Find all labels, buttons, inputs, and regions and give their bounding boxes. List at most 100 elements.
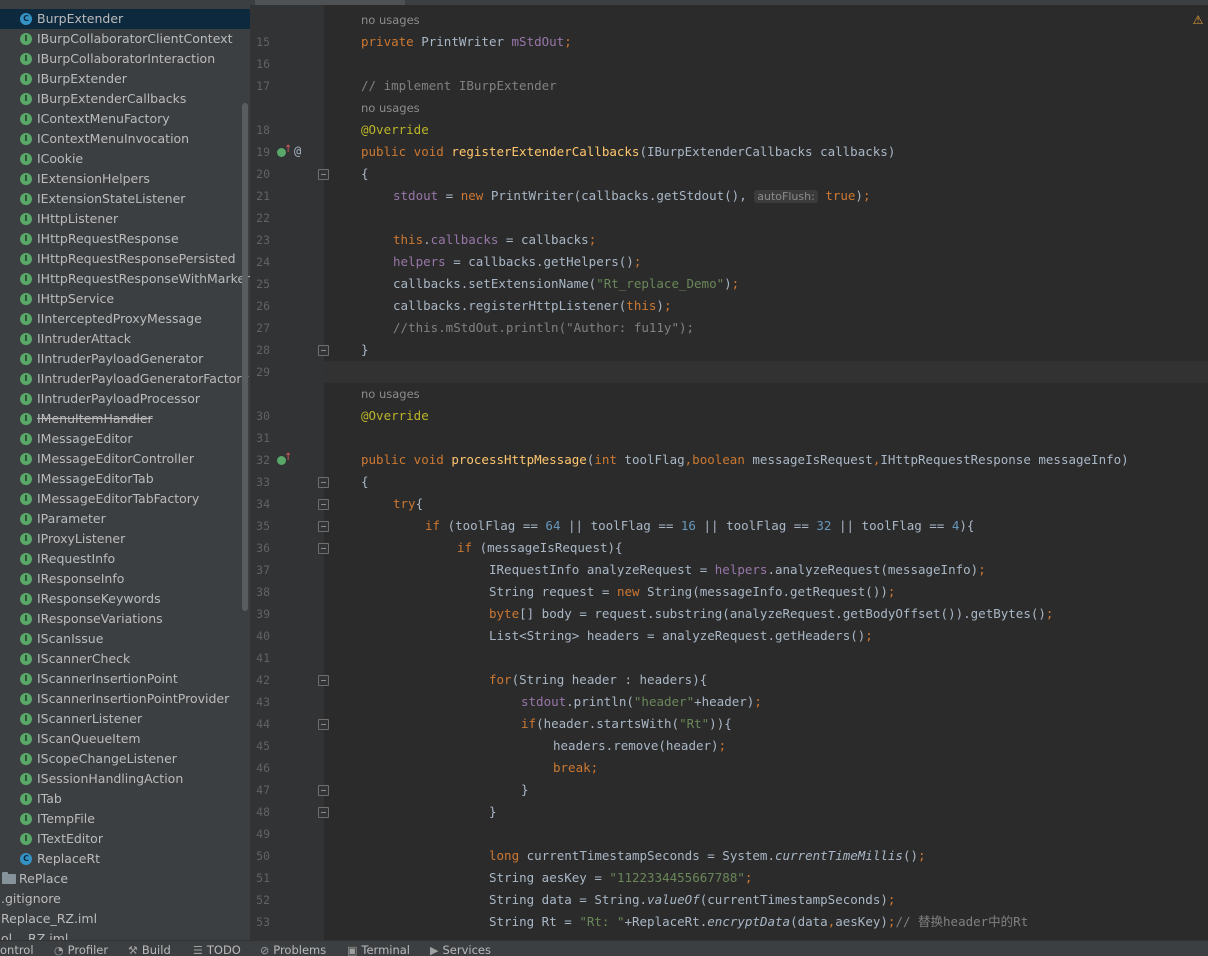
tree-item[interactable]: I IHttpRequestResponse xyxy=(0,229,250,249)
warning-icon[interactable]: ⚠ xyxy=(1191,13,1205,27)
code-line[interactable]: callbacks.registerHttpListener(this); xyxy=(393,295,671,317)
tree-item[interactable]: I ICookie xyxy=(0,149,250,169)
tree-item[interactable]: I IRequestInfo xyxy=(0,549,250,569)
tool-tab-build[interactable]: ⚒ Build xyxy=(128,941,171,956)
tree-item[interactable]: I IIntruderPayloadGeneratorFactory xyxy=(0,369,250,389)
code-line[interactable]: } xyxy=(489,801,497,823)
tree-item[interactable]: I IScannerInsertionPointProvider xyxy=(0,689,250,709)
tool-tab-services[interactable]: ▶ Services xyxy=(430,941,491,956)
code-line[interactable]: if (messageIsRequest){ xyxy=(457,537,623,559)
tree-item[interactable]: I IScannerInsertionPoint xyxy=(0,669,250,689)
tree-item[interactable]: I IParameter xyxy=(0,509,250,529)
code-line[interactable]: if(header.startsWith("Rt")){ xyxy=(521,713,732,735)
fold-marker-icon[interactable] xyxy=(318,477,329,488)
tree-item[interactable]: I IContextMenuInvocation xyxy=(0,129,250,149)
tree-item[interactable]: I IHttpService xyxy=(0,289,250,309)
fold-marker-icon[interactable] xyxy=(318,675,329,686)
annotation-marker-icon[interactable]: @ xyxy=(294,144,301,158)
code-line[interactable]: String data = String.valueOf(currentTime… xyxy=(489,889,895,911)
fold-marker-icon[interactable] xyxy=(318,169,329,180)
tool-tab-problems[interactable]: ⊘ Problems xyxy=(260,941,326,956)
usage-hint[interactable]: no usages xyxy=(361,9,420,31)
code-line[interactable]: public void processHttpMessage(int toolF… xyxy=(361,449,1129,471)
fold-marker-icon[interactable] xyxy=(318,719,329,730)
fold-marker-icon[interactable] xyxy=(318,785,329,796)
code-line[interactable]: IRequestInfo analyzeRequest = helpers.an… xyxy=(489,559,986,581)
tree-item[interactable]: I IMessageEditorTab xyxy=(0,469,250,489)
project-tree-scrollbar[interactable] xyxy=(242,103,248,611)
tree-item[interactable]: Replace_RZ.iml xyxy=(0,909,250,929)
tool-tab-profiler[interactable]: ◔ Profiler xyxy=(54,941,108,956)
usage-hint[interactable]: no usages xyxy=(361,383,420,405)
code-line[interactable]: { xyxy=(361,163,369,185)
code-line[interactable]: List<String> headers = analyzeRequest.ge… xyxy=(489,625,873,647)
tree-item[interactable]: I IHttpListener xyxy=(0,209,250,229)
tree-item[interactable]: I IHttpRequestResponsePersisted xyxy=(0,249,250,269)
tree-item[interactable]: I IProxyListener xyxy=(0,529,250,549)
code-line[interactable]: private PrintWriter mStdOut; xyxy=(361,31,572,53)
code-line[interactable]: headers.remove(header); xyxy=(553,735,726,757)
tree-item[interactable]: I IScannerListener xyxy=(0,709,250,729)
tree-item[interactable]: I IScopeChangeListener xyxy=(0,749,250,769)
tree-item[interactable]: I IBurpCollaboratorInteraction xyxy=(0,49,250,69)
usage-hint[interactable]: no usages xyxy=(361,97,420,119)
tree-item[interactable]: I IHttpRequestResponseWithMarkers xyxy=(0,269,250,289)
fold-marker-icon[interactable] xyxy=(318,345,329,356)
code-line[interactable]: } xyxy=(361,339,369,361)
tree-item[interactable]: I ITextEditor xyxy=(0,829,250,849)
code-line[interactable]: public void registerExtenderCallbacks(IB… xyxy=(361,141,895,163)
code-line[interactable]: // implement IBurpExtender xyxy=(361,75,557,97)
tree-item[interactable]: I IResponseInfo xyxy=(0,569,250,589)
fold-marker-icon[interactable] xyxy=(318,499,329,510)
fold-marker-icon[interactable] xyxy=(318,543,329,554)
tree-item[interactable]: I IBurpCollaboratorClientContext xyxy=(0,29,250,49)
tree-item[interactable]: I IIntruderPayloadProcessor xyxy=(0,389,250,409)
code-line[interactable]: String Rt = "Rt: "+ReplaceRt.encryptData… xyxy=(489,911,1028,933)
tree-item[interactable]: I IBurpExtenderCallbacks xyxy=(0,89,250,109)
tree-item[interactable]: I ITab xyxy=(0,789,250,809)
tree-item[interactable]: I ITempFile xyxy=(0,809,250,829)
code-line[interactable]: //this.mStdOut.println("Author: fu11y"); xyxy=(393,317,694,339)
code-line[interactable]: @Override xyxy=(361,119,429,141)
code-line[interactable]: long currentTimestampSeconds = System.cu… xyxy=(489,845,926,867)
tree-item[interactable]: C ReplaceRt xyxy=(0,849,250,869)
code-line[interactable]: try{ xyxy=(393,493,423,515)
tree-item[interactable]: I IMessageEditorTabFactory xyxy=(0,489,250,509)
code-line[interactable]: this.callbacks = callbacks; xyxy=(393,229,596,251)
code-line[interactable]: break; xyxy=(553,757,598,779)
code-line[interactable]: String aesKey = "1122334455667788"; xyxy=(489,867,752,889)
tree-item[interactable]: I IMessageEditorController xyxy=(0,449,250,469)
code-line[interactable]: for(String header : headers){ xyxy=(489,669,707,691)
tool-tab-terminal[interactable]: ▣ Terminal xyxy=(347,941,410,956)
tool-tab-todo[interactable]: ☰ TODO xyxy=(193,941,241,956)
fold-marker-icon[interactable] xyxy=(318,807,329,818)
fold-marker-icon[interactable] xyxy=(318,521,329,532)
code-line[interactable]: callbacks.setExtensionName("Rt_replace_D… xyxy=(393,273,739,295)
tree-item[interactable]: I IIntruderPayloadGenerator xyxy=(0,349,250,369)
code-line[interactable]: } xyxy=(521,779,529,801)
code-line[interactable]: stdout.println("header"+header); xyxy=(521,691,762,713)
code-line[interactable]: byte[] body = request.substring(analyzeR… xyxy=(489,603,1053,625)
tree-item[interactable]: I IInterceptedProxyMessage xyxy=(0,309,250,329)
code-line[interactable]: String request = new String(messageInfo.… xyxy=(489,581,895,603)
code-line[interactable]: if (toolFlag == 64 || toolFlag == 16 || … xyxy=(425,515,974,537)
tree-item[interactable]: I IExtensionHelpers xyxy=(0,169,250,189)
tree-item[interactable]: I IBurpExtender xyxy=(0,69,250,89)
code-line[interactable]: { xyxy=(361,471,369,493)
tree-item[interactable]: RePlace xyxy=(0,869,250,889)
tree-item[interactable]: C BurpExtender xyxy=(0,9,250,29)
tree-item[interactable]: .gitignore xyxy=(0,889,250,909)
tree-item[interactable]: I IScanIssue xyxy=(0,629,250,649)
code-line[interactable]: @Override xyxy=(361,405,429,427)
tree-item[interactable]: I IMessageEditor xyxy=(0,429,250,449)
tree-item[interactable]: I ISessionHandlingAction xyxy=(0,769,250,789)
tree-item[interactable]: I IScanQueueItem xyxy=(0,729,250,749)
tree-item[interactable]: I IMenuItemHandler xyxy=(0,409,250,429)
tree-item[interactable]: ol... RZ.iml xyxy=(0,929,250,940)
tree-item[interactable]: I IExtensionStateListener xyxy=(0,189,250,209)
tree-item[interactable]: I IIntruderAttack xyxy=(0,329,250,349)
tree-item[interactable]: I IResponseVariations xyxy=(0,609,250,629)
code-line[interactable]: stdout = new PrintWriter(callbacks.getSt… xyxy=(393,185,870,207)
tool-tab-ontrol[interactable]: ontrol xyxy=(0,941,34,956)
tree-item[interactable]: I IContextMenuFactory xyxy=(0,109,250,129)
